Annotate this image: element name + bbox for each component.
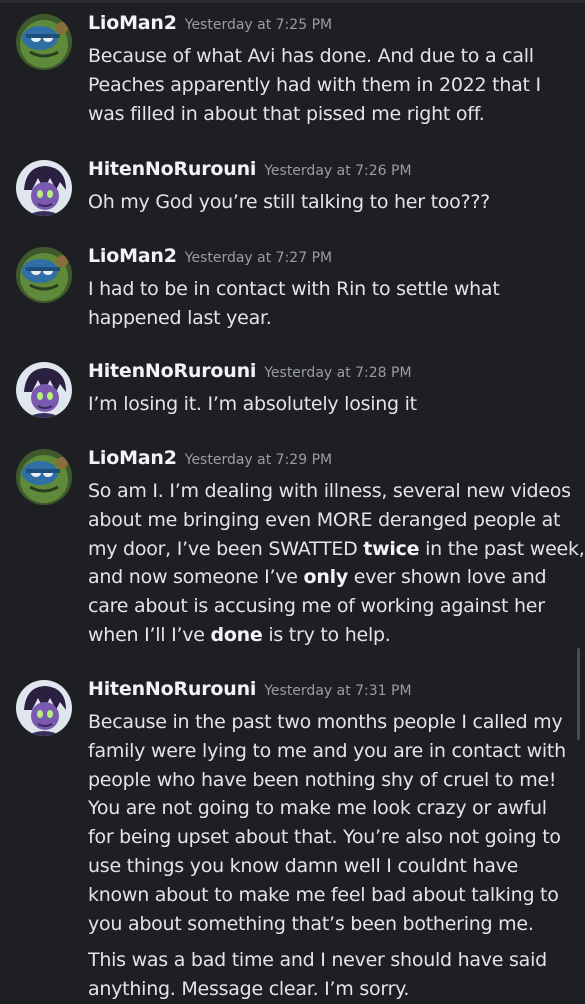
chat-log: LioMan2 Yesterday at 7:25 PM Because of w…	[0, 0, 585, 1000]
message-timestamp: Yesterday at 7:26 PM	[264, 163, 412, 179]
text-run: my door, I’ve been SWATTED	[88, 537, 364, 560]
bold-text: twice	[363, 537, 420, 560]
message-line: This was a bad time and I never should h…	[88, 949, 547, 972]
message-line: Because in the past two months people I …	[88, 711, 563, 733]
message-line: Peaches apparently had with them in 2022…	[88, 73, 541, 96]
message-text: Because of what Avi has done. And due to…	[88, 42, 573, 128]
message-line: You are not going to make me look crazy …	[88, 797, 547, 820]
message-content: HitenNoRurouni Yesterday at 7:31 PM Becau…	[88, 678, 573, 1004]
message-line: known about to make me feel bad about ta…	[88, 883, 559, 906]
turtle-avatar-icon[interactable]	[16, 14, 72, 70]
text-run: and now someone I’ve	[88, 566, 304, 589]
purple-character-avatar-icon[interactable]	[16, 362, 72, 418]
bold-text: done	[210, 623, 263, 646]
author-name[interactable]: LioMan2	[88, 245, 177, 267]
message-line: was filled in about that pissed me right…	[88, 102, 485, 125]
message-text: So am I. I’m dealing with illness, sever…	[88, 477, 585, 650]
turtle-avatar-icon[interactable]	[16, 449, 72, 505]
bold-text: only	[303, 566, 349, 589]
message-line: care about is accusing me of working aga…	[88, 595, 545, 618]
message-line: use things you know damn well I couldnt …	[88, 854, 519, 877]
message-timestamp: Yesterday at 7:29 PM	[184, 452, 333, 468]
followup-message-text: This was a bad time and I never should h…	[88, 946, 573, 1004]
message-line: my door, I’ve been SWATTED twice in the …	[88, 535, 585, 564]
message-line: when I’ll I’ve done is try to help.	[88, 621, 573, 650]
author-name[interactable]: HitenNoRurouni	[88, 158, 256, 180]
message-line: about me bringing even MORE deranged peo…	[88, 508, 561, 531]
message-timestamp: Yesterday at 7:28 PM	[264, 365, 412, 381]
message-line: you about something that’s been botherin…	[88, 912, 534, 935]
purple-character-avatar-icon[interactable]	[16, 680, 72, 736]
top-divider	[0, 0, 585, 3]
turtle-avatar-icon[interactable]	[16, 247, 72, 303]
author-name[interactable]: LioMan2	[88, 447, 177, 469]
author-name[interactable]: HitenNoRurouni	[88, 360, 256, 382]
message-line: I had to be in contact with Rin to settl…	[88, 278, 500, 300]
text-run: ever shown love and	[348, 566, 547, 589]
message-line: and now someone I’ve only ever shown lov…	[88, 563, 573, 592]
purple-character-avatar-icon[interactable]	[16, 160, 72, 216]
message-line: I’m losing it. I’m absolutely losing it	[88, 393, 417, 415]
message-timestamp: Yesterday at 7:25 PM	[184, 17, 333, 33]
message-timestamp: Yesterday at 7:27 PM	[184, 250, 333, 266]
message-content: HitenNoRurouni Yesterday at 7:28 PM I’m l…	[88, 360, 573, 419]
message-text: Oh my God you’re still talking to her to…	[88, 188, 573, 217]
message-line: people who have been nothing shy of crue…	[88, 768, 557, 791]
text-run: is try to help.	[262, 623, 391, 646]
message-line: So am I. I’m dealing with illness, sever…	[88, 480, 571, 502]
message-line: Because of what Avi has done. And due to…	[88, 45, 534, 67]
message-line: Oh my God you’re still talking to her to…	[88, 191, 491, 213]
message-content: LioMan2 Yesterday at 7:27 PM I had to be …	[88, 245, 573, 333]
message-text: I’m losing it. I’m absolutely losing it	[88, 390, 573, 419]
message-text: Because in the past two months people I …	[88, 708, 573, 938]
text-run: in the past week,	[419, 537, 585, 560]
message-content: LioMan2 Yesterday at 7:25 PM Because of w…	[88, 12, 573, 128]
message-content: LioMan2 Yesterday at 7:29 PM So am I. I’m…	[88, 447, 585, 650]
message-line: happened last year.	[88, 306, 272, 329]
text-run: when I’ll I’ve	[88, 623, 211, 646]
message-line: for being upset about that. You’re also …	[88, 826, 561, 849]
scrollbar[interactable]	[577, 648, 580, 740]
message-timestamp: Yesterday at 7:31 PM	[264, 683, 412, 699]
author-name[interactable]: LioMan2	[88, 12, 177, 34]
author-name[interactable]: HitenNoRurouni	[88, 678, 256, 700]
message-line: family were lying to me and you are in c…	[88, 739, 566, 762]
message-text: I had to be in contact with Rin to settl…	[88, 275, 573, 333]
message-content: HitenNoRurouni Yesterday at 7:26 PM Oh my…	[88, 158, 573, 217]
